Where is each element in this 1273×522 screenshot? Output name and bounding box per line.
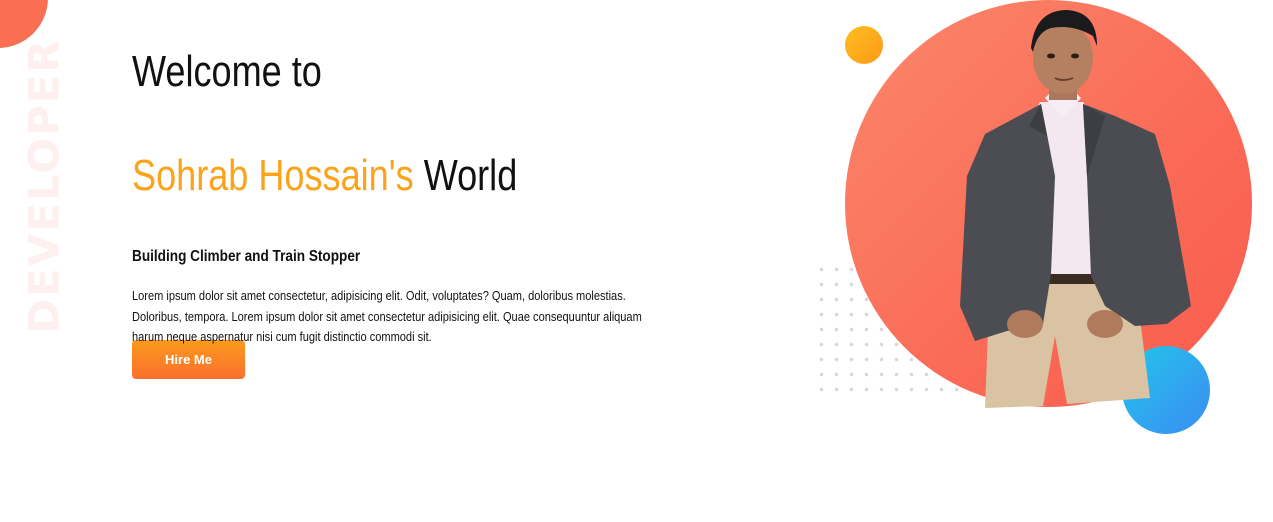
bio-paragraph: Lorem ipsum dolor sit amet consectetur, … [132, 288, 642, 344]
tagline: Building Climber and Train Stopper [132, 248, 361, 265]
hero-section: Welcome to Sohrab Hossain's World Buildi… [132, 44, 692, 379]
portrait-photo-icon [960, 10, 1191, 408]
name-rest: World [423, 151, 518, 200]
yellow-circle-decoration [845, 26, 883, 64]
vertical-developer-text: DEVELOPER [19, 38, 69, 334]
name-highlight: Sohrab Hossain's [132, 151, 414, 200]
welcome-heading: Welcome to [132, 47, 322, 96]
name-heading: Sohrab Hossain's World [132, 148, 591, 204]
